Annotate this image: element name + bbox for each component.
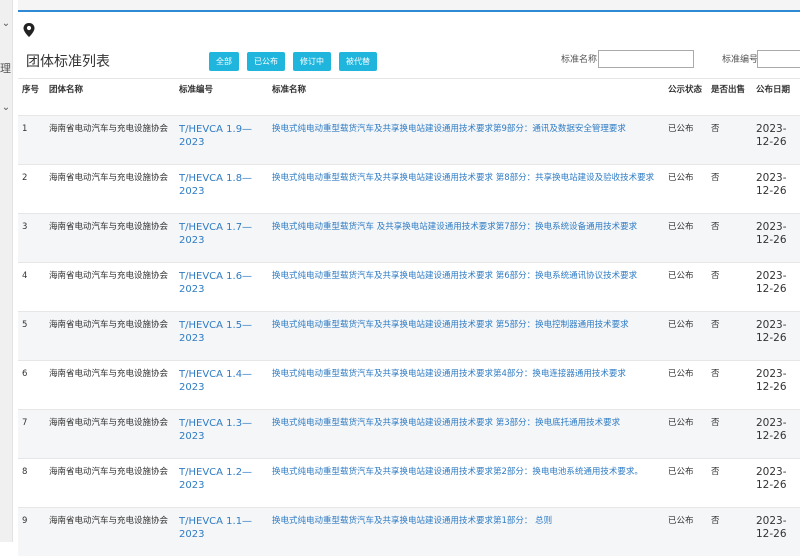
sale-cell: 否 xyxy=(707,165,752,214)
date-cell: 2023-12-26 xyxy=(752,116,800,165)
standards-table: 序号 团体名称 标准编号 标准名称 公示状态 是否出售 公布日期 1 海南省电动… xyxy=(18,80,800,556)
standard-name-link[interactable]: 换电式纯电动重型载货汽车及共享换电站建设通用技术要求第2部分：换电电池系统通用技… xyxy=(268,459,664,508)
sale-cell: 否 xyxy=(707,263,752,312)
filter-replaced-button[interactable]: 被代替 xyxy=(339,52,377,71)
standard-name-input[interactable] xyxy=(598,50,694,68)
standard-code-link[interactable]: T/HEVCA 1.8—2023 xyxy=(175,165,268,214)
standard-name-link[interactable]: 换电式纯电动重型载货汽车及共享换电站建设通用技术要求 第8部分：共享换电站建设及… xyxy=(268,165,664,214)
row-index: 4 xyxy=(18,263,45,312)
org-name: 海南省电动汽车与充电设施协会 xyxy=(45,116,175,165)
date-cell: 2023-12-26 xyxy=(752,410,800,459)
filter-all-button[interactable]: 全部 xyxy=(209,52,239,71)
table-row: 6 海南省电动汽车与充电设施协会 T/HEVCA 1.4—2023 换电式纯电动… xyxy=(18,361,800,410)
org-name: 海南省电动汽车与充电设施协会 xyxy=(45,165,175,214)
standard-code-link[interactable]: T/HEVCA 1.9—2023 xyxy=(175,116,268,165)
date-cell: 2023-12-26 xyxy=(752,312,800,361)
standard-name-label: 标准名称 xyxy=(561,52,597,65)
status-cell: 已公布 xyxy=(664,361,707,410)
standard-code-link[interactable]: T/HEVCA 1.6—2023 xyxy=(175,263,268,312)
sale-cell: 否 xyxy=(707,214,752,263)
standard-name-link[interactable]: 换电式纯电动重型载货汽车及共享换电站建设通用技术要求第9部分：通讯及数据安全管理… xyxy=(268,116,664,165)
status-cell: 已公布 xyxy=(664,214,707,263)
table-row: 4 海南省电动汽车与充电设施协会 T/HEVCA 1.6—2023 换电式纯电动… xyxy=(18,263,800,312)
standard-code-link[interactable]: T/HEVCA 1.4—2023 xyxy=(175,361,268,410)
standard-name-link[interactable]: 换电式纯电动重型载货汽车及共享换电站建设通用技术要求第4部分：换电连接器通用技术… xyxy=(268,361,664,410)
status-cell: 已公布 xyxy=(664,410,707,459)
row-index: 3 xyxy=(18,214,45,263)
standard-code-link[interactable]: T/HEVCA 1.5—2023 xyxy=(175,312,268,361)
status-cell: 已公布 xyxy=(664,312,707,361)
status-cell: 已公布 xyxy=(664,459,707,508)
standard-code-link[interactable]: T/HEVCA 1.1—2023 xyxy=(175,508,268,556)
standard-name-link[interactable]: 换电式纯电动重型载货汽车及共享换电站建设通用技术要求 第6部分：换电系统通讯协议… xyxy=(268,263,664,312)
row-index: 5 xyxy=(18,312,45,361)
table-header-row: 序号 团体名称 标准编号 标准名称 公示状态 是否出售 公布日期 xyxy=(18,80,800,116)
sale-cell: 否 xyxy=(707,410,752,459)
sale-cell: 否 xyxy=(707,459,752,508)
table-row: 3 海南省电动汽车与充电设施协会 T/HEVCA 1.7—2023 换电式纯电动… xyxy=(18,214,800,263)
org-name: 海南省电动汽车与充电设施协会 xyxy=(45,312,175,361)
sale-cell: 否 xyxy=(707,116,752,165)
org-name: 海南省电动汽车与充电设施协会 xyxy=(45,214,175,263)
sale-cell: 否 xyxy=(707,361,752,410)
column-header-sale: 是否出售 xyxy=(707,80,752,116)
location-breadcrumb xyxy=(22,22,36,42)
divider xyxy=(18,78,800,79)
location-pin-icon xyxy=(22,22,36,38)
org-name: 海南省电动汽车与充电设施协会 xyxy=(45,459,175,508)
row-index: 7 xyxy=(18,410,45,459)
standard-code-link[interactable]: T/HEVCA 1.7—2023 xyxy=(175,214,268,263)
column-header-status: 公示状态 xyxy=(664,80,707,116)
org-name: 海南省电动汽车与充电设施协会 xyxy=(45,508,175,556)
status-cell: 已公布 xyxy=(664,508,707,556)
org-name: 海南省电动汽车与充电设施协会 xyxy=(45,361,175,410)
sale-cell: 否 xyxy=(707,312,752,361)
filter-published-button[interactable]: 已公布 xyxy=(247,52,285,71)
column-header-org: 团体名称 xyxy=(45,80,175,116)
sidebar-collapsed: ⌄ 理 ⌄ xyxy=(0,0,13,542)
filter-revising-button[interactable]: 修订中 xyxy=(293,52,331,71)
table-row: 1 海南省电动汽车与充电设施协会 T/HEVCA 1.9—2023 换电式纯电动… xyxy=(18,116,800,165)
date-cell: 2023-12-26 xyxy=(752,263,800,312)
table-row: 7 海南省电动汽车与充电设施协会 T/HEVCA 1.3—2023 换电式纯电动… xyxy=(18,410,800,459)
status-cell: 已公布 xyxy=(664,165,707,214)
date-cell: 2023-12-26 xyxy=(752,165,800,214)
standard-name-link[interactable]: 换电式纯电动重型载货汽车及共享换电站建设通用技术要求第1部分： 总则 xyxy=(268,508,664,556)
standard-code-link[interactable]: T/HEVCA 1.2—2023 xyxy=(175,459,268,508)
column-header-index: 序号 xyxy=(18,80,45,116)
row-index: 2 xyxy=(18,165,45,214)
table-row: 8 海南省电动汽车与充电设施协会 T/HEVCA 1.2—2023 换电式纯电动… xyxy=(18,459,800,508)
org-name: 海南省电动汽车与充电设施协会 xyxy=(45,410,175,459)
sidebar-item-label[interactable]: 理 xyxy=(0,60,11,76)
table-row: 2 海南省电动汽车与充电设施协会 T/HEVCA 1.8—2023 换电式纯电动… xyxy=(18,165,800,214)
column-header-date: 公布日期 xyxy=(752,80,800,116)
row-index: 8 xyxy=(18,459,45,508)
date-cell: 2023-12-26 xyxy=(752,214,800,263)
row-index: 6 xyxy=(18,361,45,410)
status-cell: 已公布 xyxy=(664,263,707,312)
table-row: 5 海南省电动汽车与充电设施协会 T/HEVCA 1.5—2023 换电式纯电动… xyxy=(18,312,800,361)
standard-code-link[interactable]: T/HEVCA 1.3—2023 xyxy=(175,410,268,459)
page-title: 团体标准列表 xyxy=(26,51,110,71)
table-row: 9 海南省电动汽车与充电设施协会 T/HEVCA 1.1—2023 换电式纯电动… xyxy=(18,508,800,556)
date-cell: 2023-12-26 xyxy=(752,508,800,556)
chevron-down-icon[interactable]: ⌄ xyxy=(0,18,12,29)
standard-code-input[interactable] xyxy=(757,50,800,68)
standard-name-link[interactable]: 换电式纯电动重型载货汽车及共享换电站建设通用技术要求 第3部分：换电底托通用技术… xyxy=(268,410,664,459)
chevron-down-icon[interactable]: ⌄ xyxy=(0,102,12,113)
date-cell: 2023-12-26 xyxy=(752,361,800,410)
sale-cell: 否 xyxy=(707,508,752,556)
row-index: 1 xyxy=(18,116,45,165)
standard-name-link[interactable]: 换电式纯电动重型载货汽车及共享换电站建设通用技术要求 第5部分：换电控制器通用技… xyxy=(268,312,664,361)
row-index: 9 xyxy=(18,508,45,556)
date-cell: 2023-12-26 xyxy=(752,459,800,508)
standard-code-label: 标准编号 xyxy=(722,52,758,65)
status-cell: 已公布 xyxy=(664,116,707,165)
standard-name-link[interactable]: 换电式纯电动重型载货汽车 及共享换电站建设通用技术要求第7部分：换电系统设备通用… xyxy=(268,214,664,263)
column-header-name: 标准名称 xyxy=(268,80,664,116)
top-bar xyxy=(18,0,800,12)
column-header-code: 标准编号 xyxy=(175,80,268,116)
org-name: 海南省电动汽车与充电设施协会 xyxy=(45,263,175,312)
